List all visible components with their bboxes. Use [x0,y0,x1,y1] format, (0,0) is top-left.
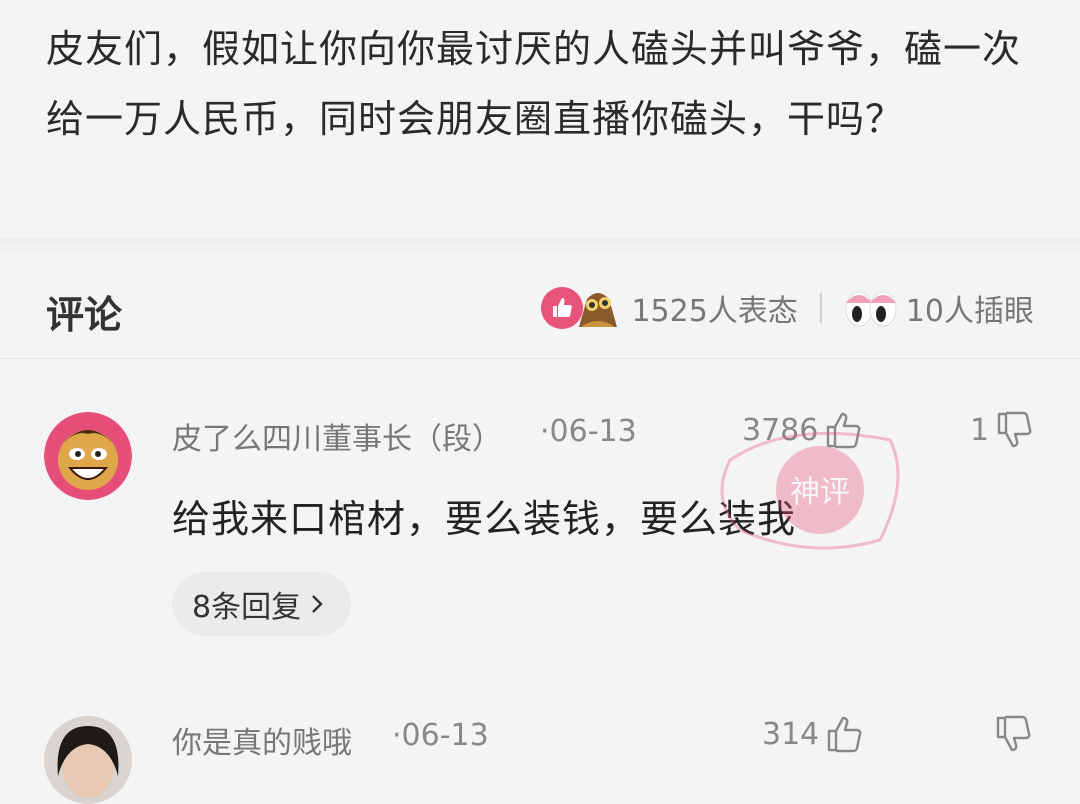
replies-label: 8条回复 [192,590,302,625]
section-divider [0,238,1080,256]
comment-username[interactable]: 皮了么四川董事长（段） [172,414,502,458]
comment-username[interactable]: 你是真的贱哦 [172,718,352,762]
avatar[interactable] [44,412,132,500]
replies-button[interactable]: 8条回复 [172,572,352,636]
like-button[interactable]: 314 [762,714,865,754]
dislike-button[interactable]: 1 [970,410,1035,450]
reactions-bar[interactable]: 1525人表态 10人插眼 [541,282,1034,334]
comment-date: ·06-13 [392,718,489,753]
comments-header: 评论 1525人表态 10人插眼 [0,272,1080,350]
like-count: 314 [762,716,820,752]
stamp-text: 神评 [790,475,850,510]
comments-title: 评论 [46,293,123,337]
chevron-right-icon [312,595,323,613]
eyes-icon[interactable] [844,287,898,329]
reaction-count: 1525人表态 [631,294,798,329]
avatar[interactable] [44,716,132,804]
peek-count: 10人插眼 [905,294,1034,329]
dislike-button[interactable] [994,714,1034,754]
god-comment-stamp: 神评 [720,431,900,550]
thumbs-down-icon [996,715,1031,752]
thumbs-up-icon [828,716,862,753]
post-text: 皮友们，假如让你向你最讨厌的人磕头并叫爷爷，磕一次给一万人民币，同时会朋友圈直播… [46,27,1022,141]
dislike-count: 1 [970,412,990,448]
thumbs-down-icon [997,411,1032,448]
separator [819,293,822,323]
header-divider [0,358,1080,359]
comment-date: ·06-13 [540,414,637,449]
